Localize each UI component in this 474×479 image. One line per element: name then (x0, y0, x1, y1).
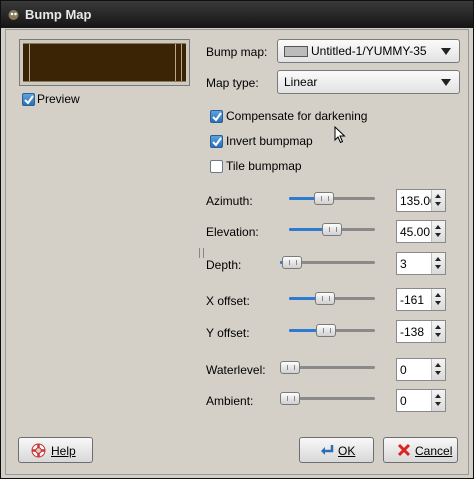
preview-frame (19, 39, 190, 86)
azimuth-spinbox[interactable]: 135.00 (396, 189, 446, 212)
depth-label: Depth: (206, 258, 242, 272)
checkmark-icon (24, 95, 34, 105)
x-offset-value[interactable]: -161 (400, 293, 424, 307)
cancel-button[interactable]: Cancel (383, 437, 458, 463)
slider-handle[interactable] (280, 392, 300, 405)
spin-down-icon[interactable] (435, 233, 441, 237)
spin-up-icon[interactable] (435, 325, 441, 329)
bump-map-label: Bump map: (206, 45, 268, 59)
spin-down-icon[interactable] (435, 371, 441, 375)
y-offset-spinbox[interactable]: -138 (396, 320, 446, 343)
x-offset-slider[interactable] (289, 292, 375, 306)
spin-up-icon[interactable] (435, 257, 441, 261)
y-offset-slider[interactable] (289, 324, 375, 338)
spin-up-icon[interactable] (435, 363, 441, 367)
title-bar[interactable]: Bump Map (1, 1, 473, 28)
compensate-label: Compensate for darkening (226, 109, 368, 123)
spin-up-icon[interactable] (435, 293, 441, 297)
elevation-label: Elevation: (206, 225, 259, 239)
bump-map-select[interactable]: Untitled-1/YUMMY-35 (277, 39, 460, 63)
help-button[interactable]: Help (18, 437, 93, 463)
checkmark-icon (212, 112, 222, 122)
waterlevel-value[interactable]: 0 (400, 363, 407, 377)
gimp-app-icon (8, 10, 19, 20)
depth-value[interactable]: 3 (400, 257, 407, 271)
map-type-label: Map type: (206, 76, 259, 90)
bump-map-dialog: Bump Map Preview Bump map: Untitled-1/YU… (0, 0, 474, 479)
slider-handle[interactable] (316, 324, 336, 337)
invert-label: Invert bumpmap (226, 134, 313, 148)
x-offset-label: X offset: (206, 294, 250, 308)
slider-handle[interactable] (315, 292, 335, 305)
elevation-spinbox[interactable]: 45.00 (396, 220, 446, 243)
layer-thumbnail-icon (284, 46, 308, 58)
y-offset-label: Y offset: (206, 326, 250, 340)
map-type-value: Linear (284, 75, 318, 89)
spin-up-icon[interactable] (435, 394, 441, 398)
ambient-slider[interactable] (280, 392, 375, 406)
dropdown-arrow-icon (441, 48, 451, 55)
elevation-value[interactable]: 45.00 (400, 225, 430, 239)
waterlevel-label: Waterlevel: (206, 363, 266, 377)
ok-button-label: OK (338, 444, 356, 458)
dialog-body: Preview Bump map: Untitled-1/YUMMY-35 Ma… (5, 29, 469, 475)
slider-handle[interactable] (314, 192, 334, 205)
pane-resize-grip[interactable] (199, 248, 204, 258)
help-button-label: Help (51, 444, 76, 458)
tile-label: Tile bumpmap (226, 159, 302, 173)
dropdown-arrow-icon (441, 79, 451, 86)
preview-checkbox[interactable] (22, 93, 35, 106)
depth-slider[interactable] (280, 256, 375, 270)
spin-down-icon[interactable] (435, 301, 441, 305)
preview-label: Preview (37, 92, 80, 106)
waterlevel-slider[interactable] (280, 361, 375, 375)
slider-handle[interactable] (282, 256, 302, 269)
spin-up-icon[interactable] (435, 194, 441, 198)
spin-down-icon[interactable] (435, 265, 441, 269)
spin-up-icon[interactable] (435, 225, 441, 229)
ambient-label: Ambient: (206, 394, 254, 408)
bump-map-value: Untitled-1/YUMMY-35 (311, 44, 427, 58)
slider-handle[interactable] (322, 223, 342, 236)
compensate-checkbox[interactable] (210, 110, 223, 123)
checkmark-icon (212, 137, 222, 147)
azimuth-label: Azimuth: (206, 194, 253, 208)
depth-spinbox[interactable]: 3 (396, 252, 446, 275)
mouse-pointer-icon (334, 126, 346, 144)
enter-arrow-icon (321, 445, 334, 455)
window-title: Bump Map (25, 7, 92, 22)
x-offset-spinbox[interactable]: -161 (396, 288, 446, 311)
cancel-button-label: Cancel (415, 444, 453, 458)
tile-checkbox[interactable] (210, 160, 223, 173)
invert-checkbox[interactable] (210, 135, 223, 148)
slider-handle[interactable] (280, 361, 300, 374)
cancel-x-icon (397, 443, 411, 457)
ambient-value[interactable]: 0 (400, 394, 407, 408)
spin-down-icon[interactable] (435, 402, 441, 406)
preview-image (23, 43, 186, 82)
azimuth-slider[interactable] (289, 192, 375, 206)
ambient-spinbox[interactable]: 0 (396, 389, 446, 412)
spin-down-icon[interactable] (435, 202, 441, 206)
lifebuoy-icon (31, 443, 46, 458)
elevation-slider[interactable] (289, 223, 375, 237)
y-offset-value[interactable]: -138 (400, 325, 424, 339)
ok-button[interactable]: OK (299, 437, 374, 463)
map-type-select[interactable]: Linear (277, 70, 460, 94)
waterlevel-spinbox[interactable]: 0 (396, 358, 446, 381)
spin-down-icon[interactable] (435, 333, 441, 337)
